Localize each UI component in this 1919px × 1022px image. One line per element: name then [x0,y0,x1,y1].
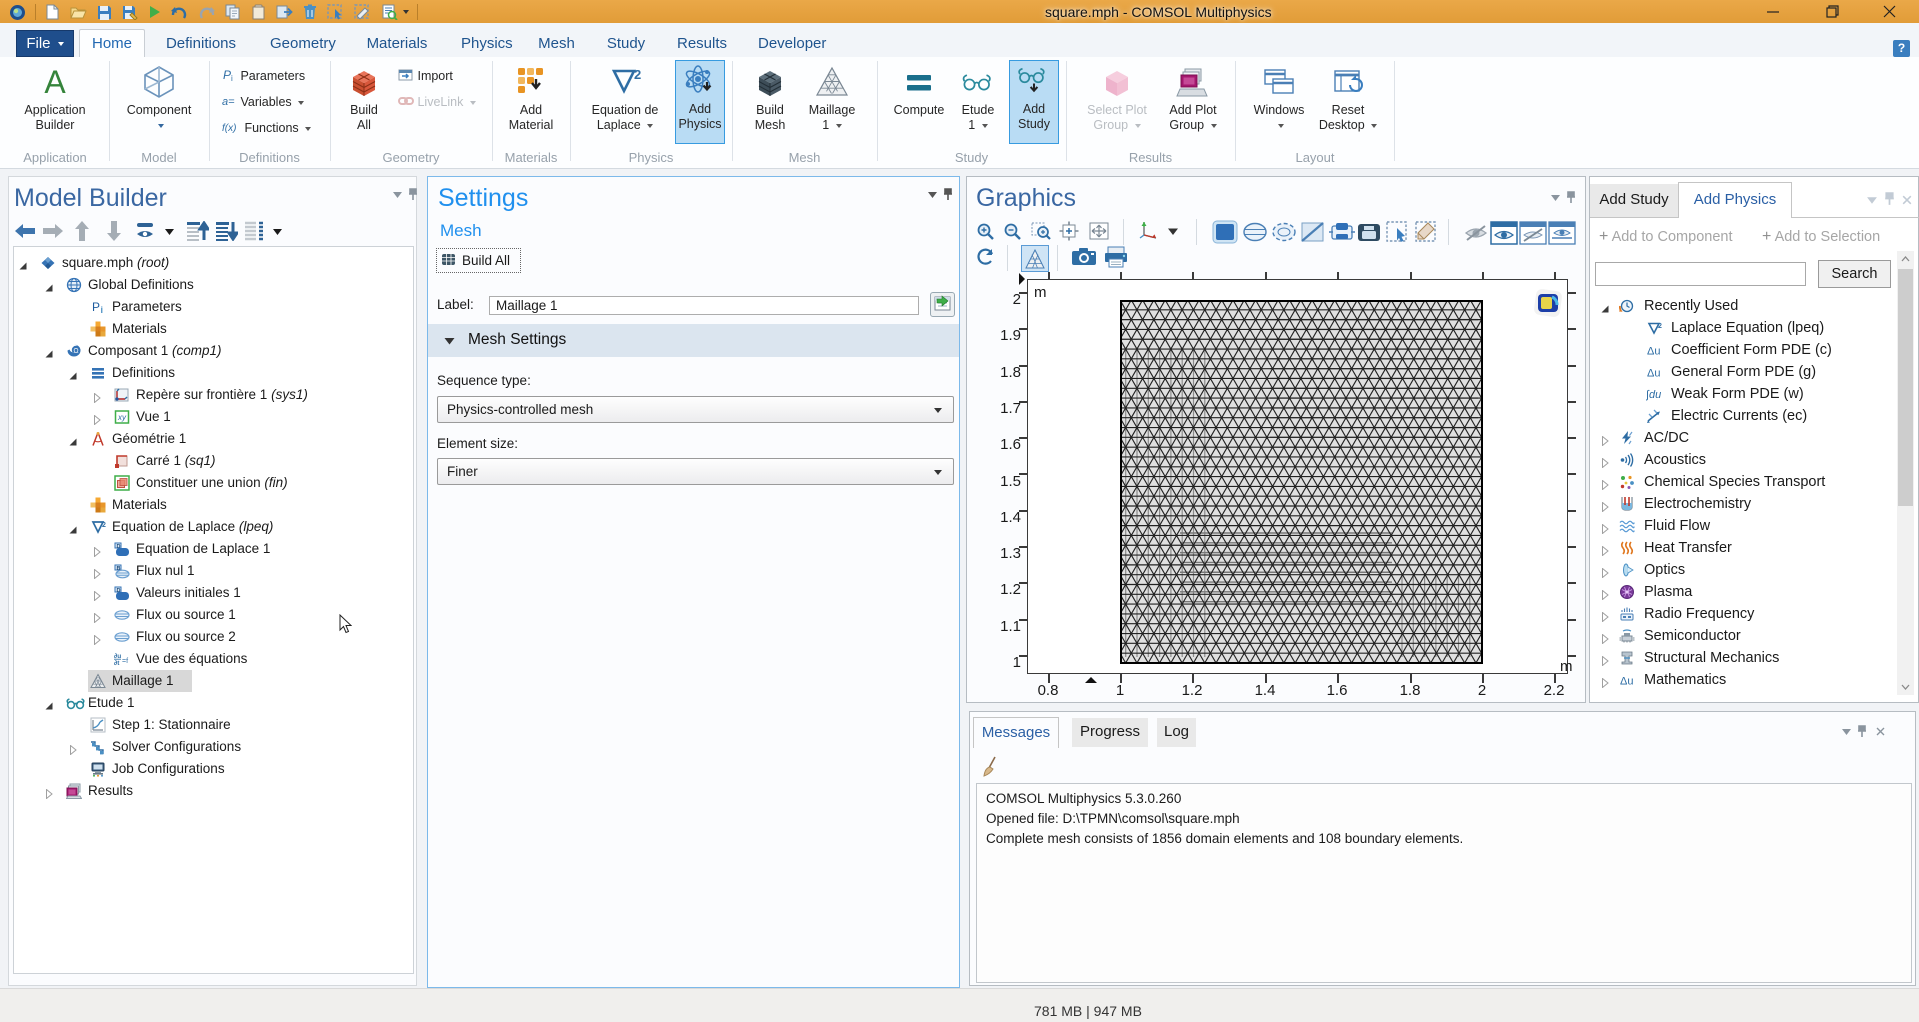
svg-text:f(x): f(x) [222,123,236,134]
svg-text:P: P [92,300,100,314]
svg-text:2: 2 [1658,323,1662,330]
svg-text:A: A [44,65,66,99]
svg-text:i: i [101,305,104,315]
svg-text:Ω: Ω [73,348,78,355]
svg-text:a=: a= [222,96,235,108]
svg-text:2: 2 [634,67,641,82]
svg-text:Δu: Δu [1647,346,1660,358]
svg-text:xy: xy [117,413,127,422]
svg-text:=f: =f [122,658,128,665]
svg-text:∂t: ∂t [114,660,120,667]
svg-text:∫du: ∫du [1646,389,1661,401]
svg-text:Δu: Δu [1647,368,1660,380]
svg-text:Δu: Δu [1620,676,1633,688]
svg-text:i: i [231,74,233,82]
svg-text:2: 2 [102,522,106,529]
svg-text:P: P [223,68,231,82]
